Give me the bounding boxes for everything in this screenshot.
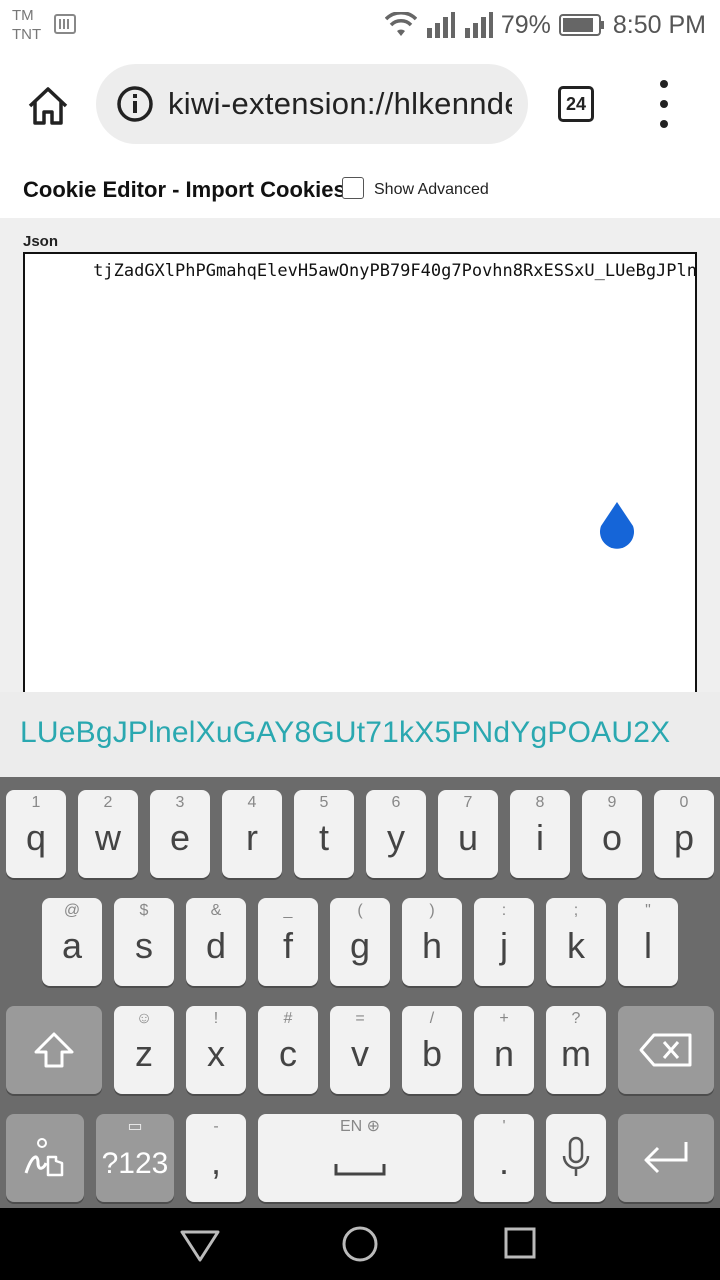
key-f[interactable]: _ f — [258, 898, 318, 986]
battery-icon — [558, 14, 604, 36]
carrier-label: TM TNT — [12, 6, 41, 44]
key-a[interactable]: @ a — [42, 898, 102, 986]
key-h[interactable]: ) h — [402, 898, 462, 986]
sim-card-icon — [54, 14, 76, 34]
voice-input-key[interactable] — [546, 1114, 606, 1202]
clipboard-icon: ▭ — [127, 1118, 143, 1135]
system-navigation-bar — [0, 1208, 720, 1280]
backspace-icon — [639, 1033, 692, 1067]
browser-toolbar: kiwi-extension://hlkenndednhfkekhgcdicdf… — [0, 50, 720, 160]
shift-icon — [34, 1032, 74, 1068]
key-d[interactable]: & d — [186, 898, 246, 986]
comma-key[interactable]: -, — [186, 1114, 246, 1202]
key-y[interactable]: 6y — [366, 790, 426, 878]
key-g[interactable]: (g — [330, 898, 390, 986]
json-textarea[interactable]: tjZadGXlPhPGmahqElevH5awOnyPB79F40g7Povh… — [23, 252, 697, 712]
period-key[interactable]: '. — [474, 1114, 534, 1202]
show-advanced-checkbox[interactable] — [342, 177, 364, 199]
json-textarea-value: tjZadGXlPhPGmahqElevH5awOnyPB79F40g7Povh… — [93, 261, 697, 281]
url-text[interactable]: kiwi-extension://hlkenndednhfkekhgcdicdf… — [168, 86, 512, 122]
home-icon — [28, 87, 68, 125]
key-o[interactable]: 9o — [582, 790, 642, 878]
handwriting-icon — [24, 1138, 64, 1177]
signal-icon-1 — [426, 12, 455, 38]
space-key[interactable]: EN ⊕ — [258, 1114, 462, 1202]
signal-icon-2 — [464, 12, 493, 38]
keyboard-suggestion[interactable]: LUeBgJPlnelXuGAY8GUt71kX5PNdYgPOAU2X — [20, 716, 670, 750]
soft-keyboard: 1q 2w 3e 4r 5t 6y 7u 8i 9o 0p @ a $ s & d _… — [0, 777, 720, 1208]
key-q[interactable]: 1q — [6, 790, 66, 878]
address-bar[interactable]: kiwi-extension://hlkenndednhfkekhgcdicdf… — [96, 64, 528, 144]
language-label: EN — [339, 1118, 363, 1135]
status-bar: TM TNT 79% 8:50 PM — [0, 0, 720, 50]
text-cursor-handle[interactable] — [596, 500, 638, 550]
key-e[interactable]: 3e — [150, 790, 210, 878]
recents-icon[interactable] — [498, 1224, 542, 1264]
enter-key[interactable] — [618, 1114, 714, 1202]
back-icon[interactable] — [178, 1224, 222, 1264]
key-x[interactable]: ! x — [186, 1006, 246, 1094]
carrier-line-1: TM — [12, 7, 34, 24]
wifi-icon — [384, 12, 417, 36]
key-c[interactable]: # c — [258, 1006, 318, 1094]
key-b[interactable]: / b — [402, 1006, 462, 1094]
key-w[interactable]: 2w — [78, 790, 138, 878]
key-r[interactable]: 4r — [222, 790, 282, 878]
key-p[interactable]: 0p — [654, 790, 714, 878]
key-l[interactable]: " l — [618, 898, 678, 986]
key-z[interactable]: ☺ z — [114, 1006, 174, 1094]
key-i[interactable]: 8i — [510, 790, 570, 878]
info-icon[interactable] — [116, 85, 154, 123]
menu-dot-icon — [660, 120, 668, 128]
key-s[interactable]: $ s — [114, 898, 174, 986]
overflow-menu-button[interactable] — [652, 80, 676, 128]
microphone-icon — [562, 1136, 590, 1176]
battery-percent: 79% — [500, 10, 551, 39]
handwriting-key[interactable] — [6, 1114, 84, 1202]
enter-icon — [644, 1142, 688, 1174]
show-advanced-label[interactable]: Show Advanced — [374, 181, 489, 199]
key-m[interactable]: ? m — [546, 1006, 606, 1094]
symbols-key[interactable]: ▭ ?123 — [96, 1114, 174, 1202]
space-bar-icon — [334, 1163, 386, 1176]
clock: 8:50 PM — [612, 10, 706, 39]
page-header: Cookie Editor - Import Cookies Show Adva… — [0, 160, 720, 218]
globe-icon: ⊕ — [362, 1118, 381, 1135]
shift-key[interactable] — [6, 1006, 102, 1094]
home-circle-icon[interactable] — [338, 1224, 382, 1264]
key-t[interactable]: 5t — [294, 790, 354, 878]
tab-switcher-button[interactable]: 24 — [558, 86, 594, 122]
key-j[interactable]: :j — [474, 898, 534, 986]
key-u[interactable]: 7u — [438, 790, 498, 878]
key-k[interactable]: ; k — [546, 898, 606, 986]
menu-dot-icon — [660, 80, 668, 88]
json-label: Json — [23, 233, 59, 250]
import-form: Json tjZadGXlPhPGmahqElevH5awOnyPB79F40g… — [0, 218, 720, 712]
key-v[interactable]: = v — [330, 1006, 390, 1094]
home-button[interactable] — [22, 80, 74, 132]
keyboard-suggestion-strip: LUeBgJPlnelXuGAY8GUt71kX5PNdYgPOAU2X — [0, 692, 720, 777]
key-n[interactable]: + n — [474, 1006, 534, 1094]
carrier-line-2: TNT — [12, 26, 42, 43]
menu-dot-icon — [660, 100, 668, 108]
page-title: Cookie Editor - Import Cookies — [23, 177, 346, 202]
backspace-key[interactable] — [618, 1006, 714, 1094]
